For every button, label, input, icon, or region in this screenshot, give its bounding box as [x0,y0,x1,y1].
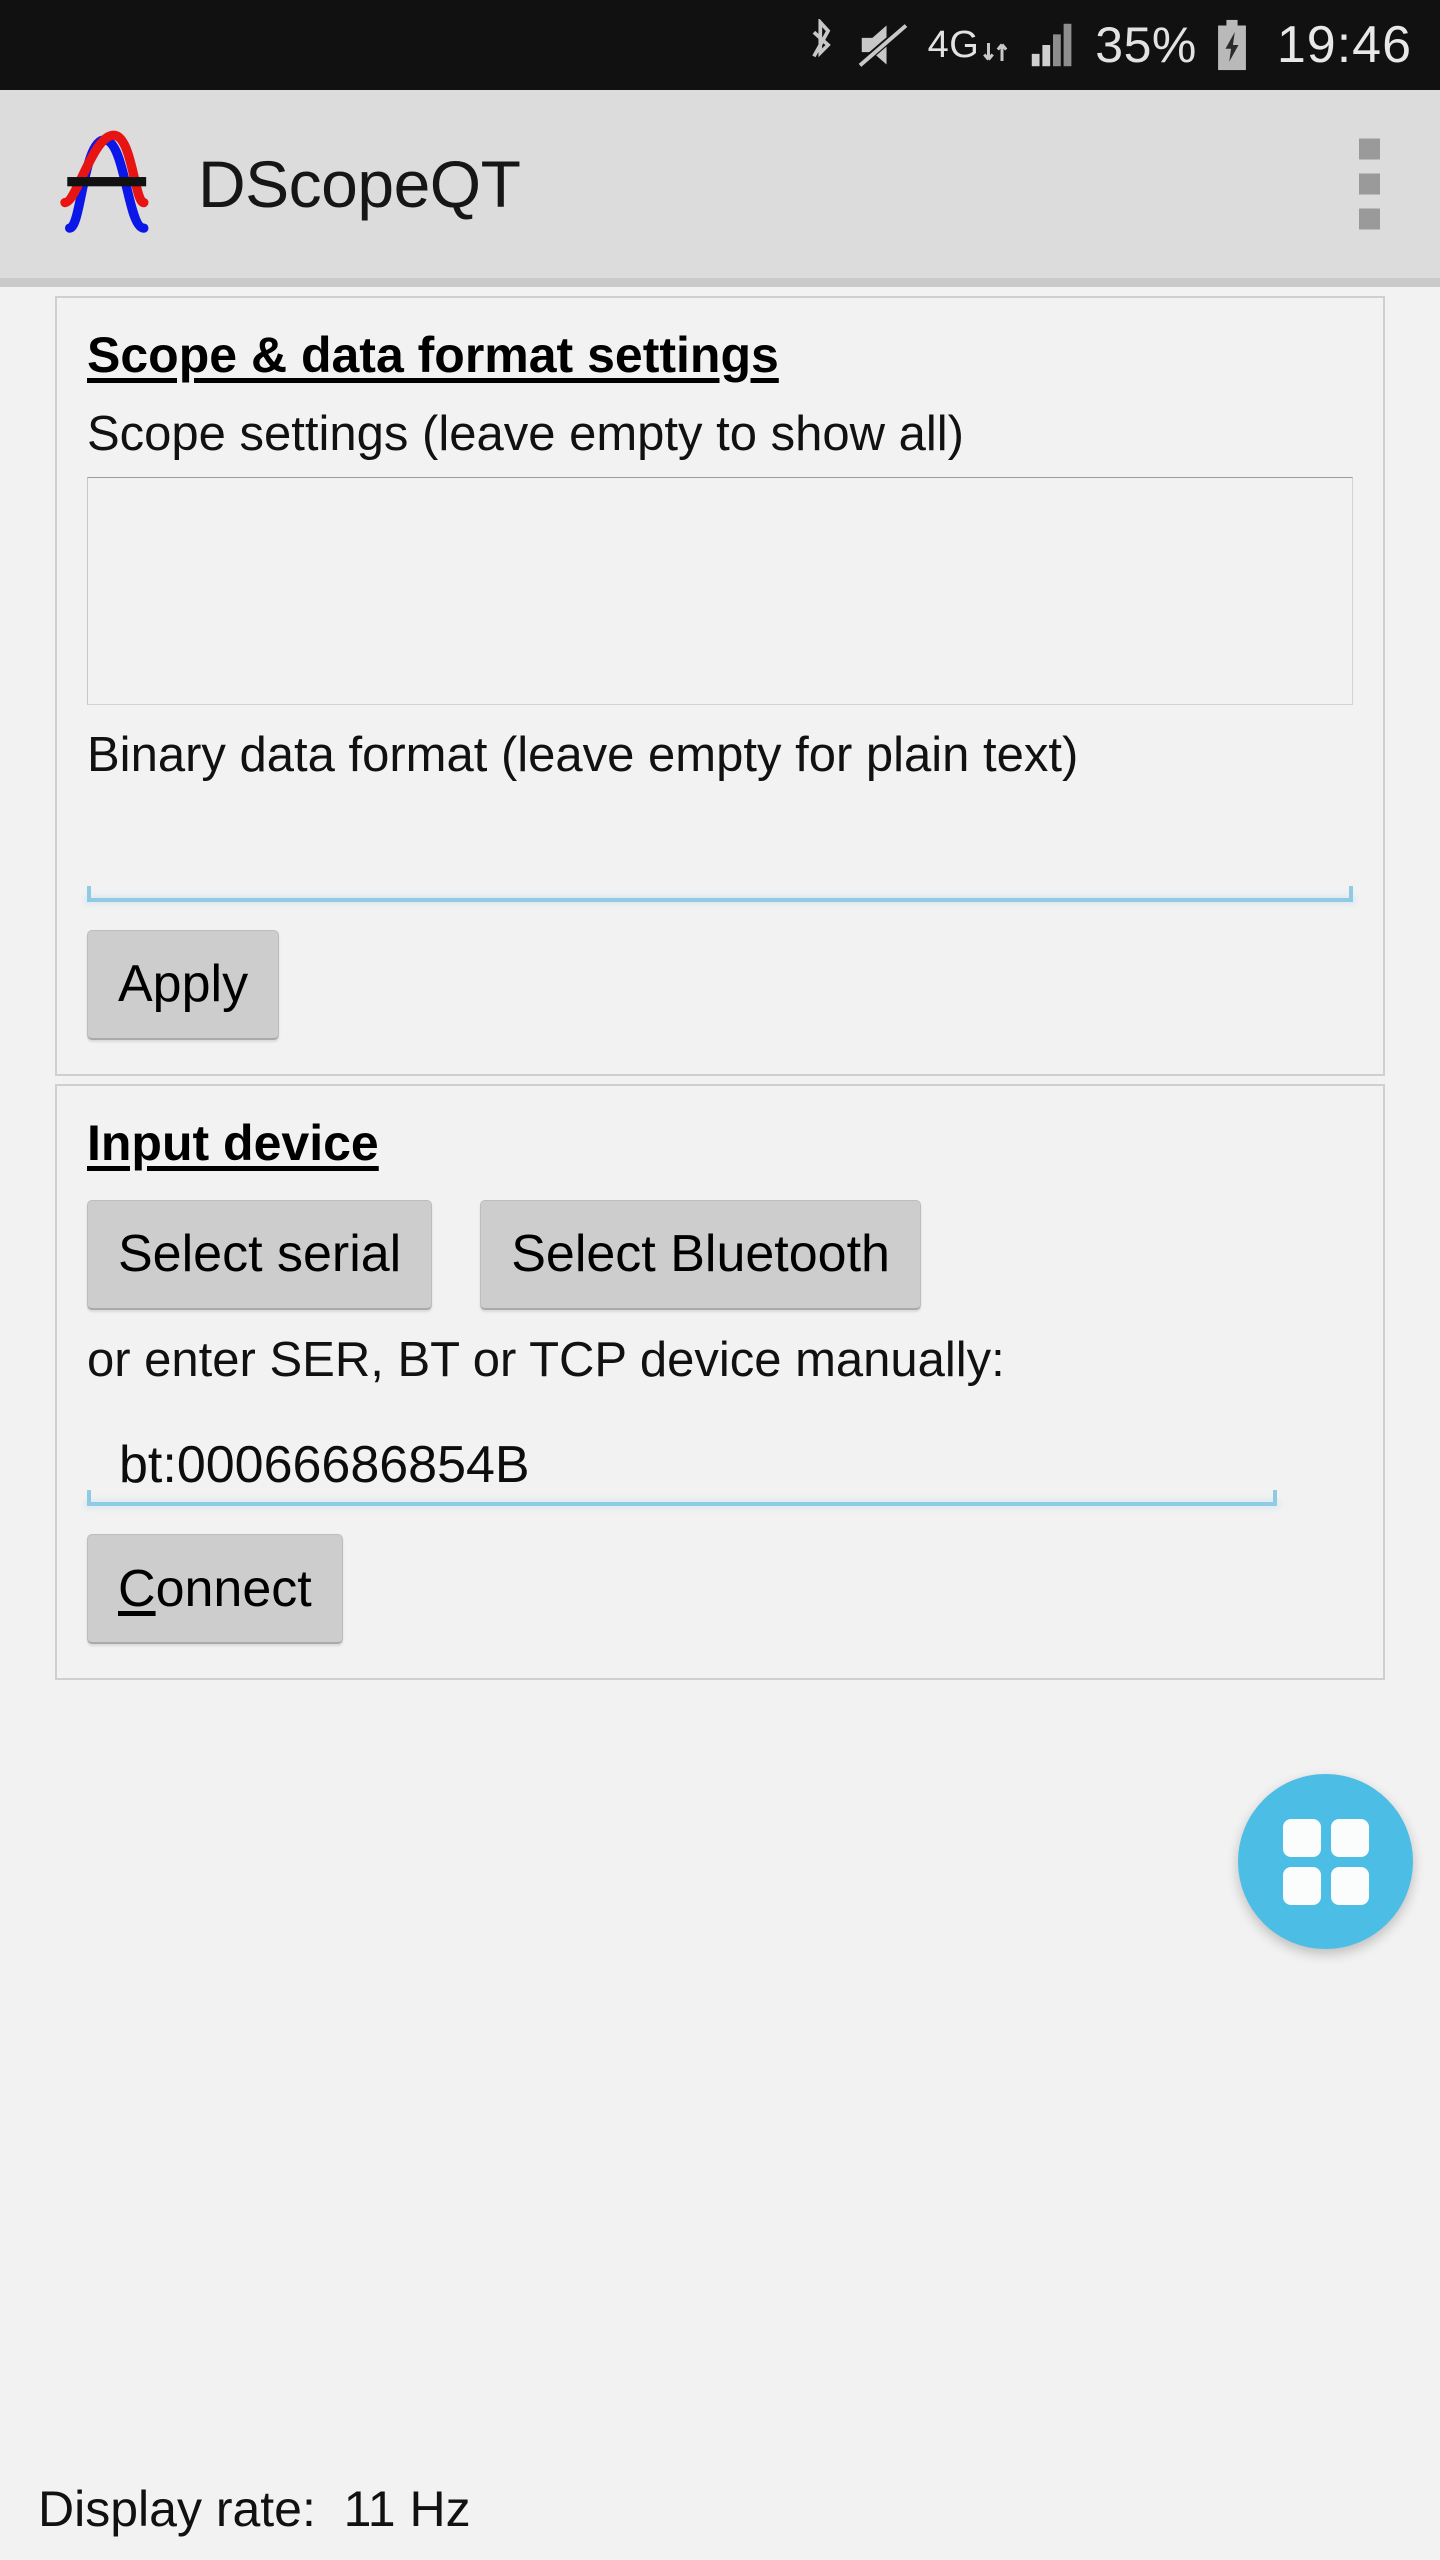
app-root: 4G 35% 19:46 DScopeQT Scope & data forma… [0,0,1440,2560]
device-select-button-row: Select serial Select Bluetooth [87,1199,1353,1310]
overflow-dot [1359,138,1380,160]
scope-settings-card: Scope & data format settings Scope setti… [55,296,1385,1076]
apply-button-label: Apply [118,955,249,1014]
main-content: Scope & data format settings Scope setti… [0,296,1440,1688]
apps-grid-fab[interactable] [1238,1774,1413,1949]
binary-format-input[interactable] [87,784,1353,902]
connect-button-mnemonic: C [118,1559,156,1618]
grid-apps-icon [1282,1818,1369,1905]
input-device-card: Input device Select serial Select Blueto… [55,1083,1385,1681]
bluetooth-icon [804,19,838,71]
overflow-menu-icon[interactable] [1337,125,1402,244]
data-transfer-icon [981,37,1011,67]
select-bluetooth-button[interactable]: Select Bluetooth [480,1199,921,1310]
display-rate-status: Display rate: 11 Hz [38,2481,471,2537]
network-label: 4G [927,24,980,66]
apply-button[interactable]: Apply [87,929,280,1040]
select-bluetooth-label: Select Bluetooth [511,1225,890,1284]
overflow-dot [1359,208,1380,230]
volume-muted-icon [855,22,910,68]
signal-bars-icon [1029,22,1077,68]
manual-device-label: or enter SER, BT or TCP device manually: [87,1332,1005,1387]
select-serial-button[interactable]: Select serial [87,1199,433,1310]
grid-cell [1282,1866,1321,1905]
app-bar: DScopeQT [0,90,1440,287]
binary-format-label: Binary data format (leave empty for plai… [87,727,1079,782]
status-bar: 4G 35% 19:46 [0,0,1440,90]
input-device-heading: Input device [87,1114,379,1171]
grid-cell [1330,1818,1369,1857]
binary-format-value [87,890,119,902]
scope-settings-label: Scope settings (leave empty to show all) [87,407,964,461]
battery-charging-icon [1215,19,1249,71]
grid-cell [1282,1818,1321,1857]
page-title: DScopeQT [198,147,521,221]
grid-cell [1330,1866,1369,1905]
device-address-value: bt:00066686854B [119,1436,530,1495]
scope-settings-input[interactable] [87,476,1353,705]
connect-button-label: onnect [155,1559,312,1618]
status-bar-clock: 19:46 [1276,16,1412,74]
waveform-logo-icon [58,128,174,240]
connect-button[interactable]: Connect [87,1534,343,1645]
network-type-indicator: 4G [928,23,1012,67]
device-address-input[interactable]: bt:00066686854B [87,1388,1277,1507]
scope-settings-heading: Scope & data format settings [87,327,779,383]
select-serial-label: Select serial [118,1225,402,1284]
battery-percent-label: 35% [1095,17,1197,73]
overflow-dot [1359,173,1380,195]
